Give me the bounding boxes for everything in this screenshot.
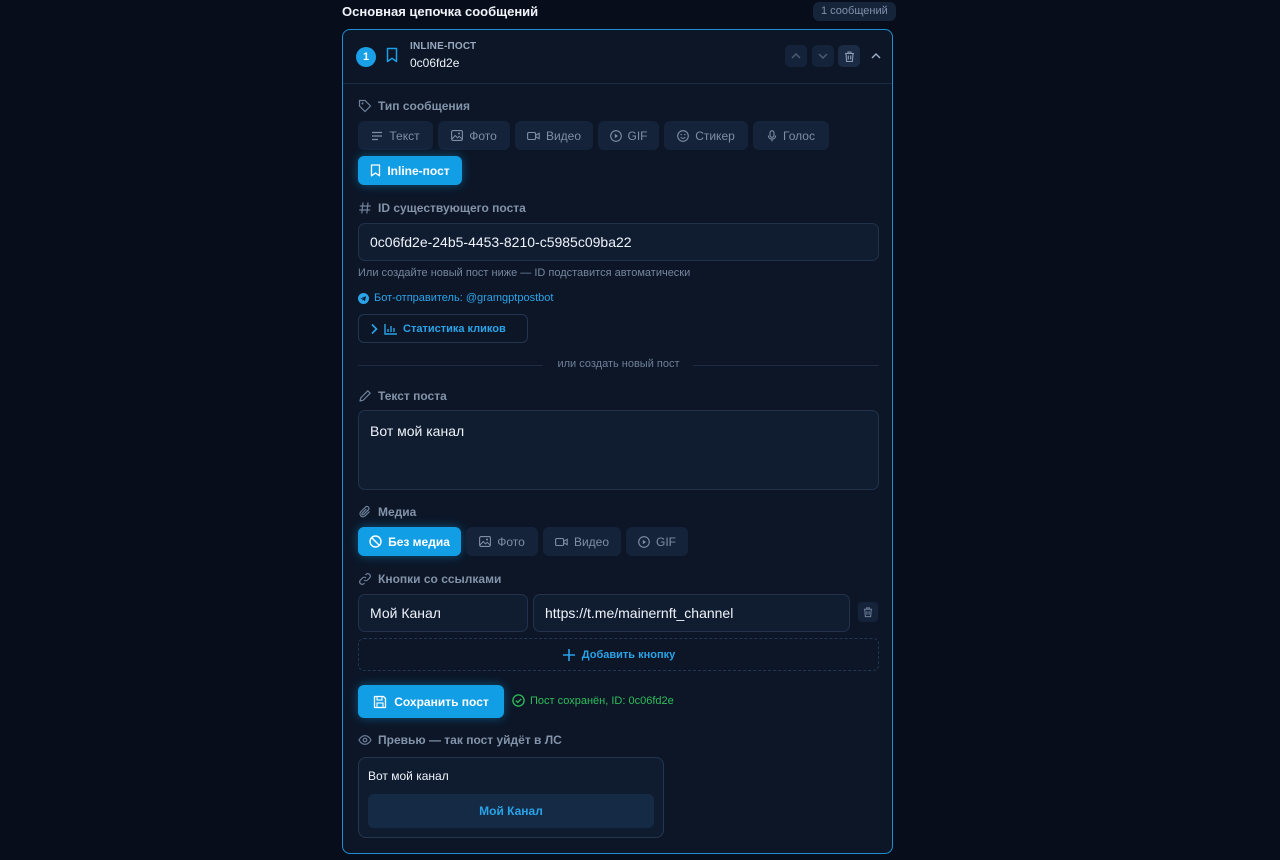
post-preview: Вот мой канал Мой Канал	[358, 757, 664, 838]
eye-icon	[358, 734, 372, 746]
link-buttons-label-text: Кнопки со ссылками	[378, 572, 502, 586]
type-option-text[interactable]: Текст	[358, 121, 433, 150]
hash-icon	[358, 201, 372, 215]
pencil-icon	[358, 389, 372, 403]
bookmark-icon	[370, 164, 381, 177]
link-buttons-label: Кнопки со ссылками	[358, 572, 501, 586]
delete-message-button[interactable]	[838, 45, 860, 67]
type-option-video[interactable]: Видео	[515, 121, 593, 150]
move-down-button[interactable]	[812, 45, 834, 67]
paperclip-icon	[358, 505, 372, 519]
trash-icon	[843, 50, 856, 63]
preview-label-text: Превью — так пост уйдёт в ЛС	[378, 733, 562, 747]
tag-icon	[358, 99, 372, 113]
check-circle-icon	[512, 694, 525, 707]
media-option-photo[interactable]: Фото	[466, 527, 538, 556]
type-option-sticker-label: Стикер	[695, 128, 735, 143]
media-option-none[interactable]: Без медиа	[358, 527, 461, 556]
telegram-icon	[358, 292, 369, 304]
post-id-label: ID существующего поста	[358, 201, 526, 215]
bot-sender-info: Бот-отправитель: @gramgptpostbot	[358, 292, 553, 304]
add-link-button[interactable]: Добавить кнопку	[358, 638, 879, 671]
post-id-hint: Или создайте новый пост ниже — ID подста…	[358, 267, 691, 279]
click-stats-label: Статистика кликов	[403, 322, 506, 335]
type-option-video-label: Видео	[545, 128, 582, 143]
type-option-photo-label: Фото	[469, 128, 497, 143]
type-option-photo[interactable]: Фото	[438, 121, 510, 150]
trash-icon	[862, 606, 874, 618]
message-number-badge: 1	[356, 47, 376, 67]
text-lines-icon	[371, 131, 383, 141]
type-option-gif-label: GIF	[627, 128, 648, 143]
message-id-short: 0c06fd2e	[410, 56, 460, 70]
microphone-icon	[767, 129, 777, 142]
button-url-input[interactable]: https://t.me/mainernft_channel	[533, 594, 850, 632]
message-card: 1 INLINE-ПОСТ 0c06fd2e Тип сообщения Тек…	[342, 29, 893, 854]
type-option-gif[interactable]: GIF	[598, 121, 659, 150]
plus-icon	[562, 648, 576, 662]
type-option-inline-post-label: Inline-пост	[387, 163, 450, 178]
save-status-text: Пост сохранён, ID: 0c06fd2e	[530, 694, 674, 707]
collapse-chevron-icon	[870, 50, 882, 62]
button-text-input[interactable]: Мой Канал	[358, 594, 528, 632]
section-title: Основная цепочка сообщений	[342, 4, 539, 19]
message-count-badge: 1 сообщений	[813, 2, 896, 21]
preview-text: Вот мой канал	[368, 769, 449, 783]
media-option-video[interactable]: Видео	[543, 527, 621, 556]
type-option-sticker[interactable]: Стикер	[664, 121, 748, 150]
bookmark-icon	[385, 47, 399, 63]
video-icon	[555, 537, 568, 547]
post-text-label-text: Текст поста	[378, 389, 447, 403]
save-post-button[interactable]: Сохранить пост	[358, 685, 504, 718]
play-circle-icon	[609, 129, 622, 142]
ban-icon	[369, 535, 382, 548]
link-icon	[358, 572, 372, 586]
post-id-input[interactable]: 0c06fd2e-24b5-4453-8210-c5985c09ba22	[358, 223, 879, 261]
save-post-label: Сохранить пост	[394, 694, 489, 709]
play-circle-icon	[638, 535, 650, 548]
delete-link-button[interactable]	[858, 602, 878, 622]
image-icon	[451, 130, 464, 141]
preview-link-button[interactable]: Мой Канал	[368, 794, 654, 828]
type-option-text-label: Текст	[389, 128, 420, 143]
message-type-label-text: Тип сообщения	[378, 99, 471, 113]
message-card-header[interactable]: 1 INLINE-ПОСТ 0c06fd2e	[343, 30, 892, 84]
smile-icon	[677, 129, 690, 142]
type-option-voice[interactable]: Голос	[753, 121, 829, 150]
post-text-textarea[interactable]: Вот мой канал	[358, 410, 879, 490]
media-option-video-label: Видео	[573, 534, 610, 549]
post-text-label: Текст поста	[358, 389, 447, 403]
divider-text: или создать новый пост	[557, 358, 680, 370]
floppy-disk-icon	[373, 695, 387, 709]
preview-label: Превью — так пост уйдёт в ЛС	[358, 733, 562, 747]
media-option-gif[interactable]: GIF	[626, 527, 688, 556]
bar-chart-icon	[384, 323, 398, 335]
move-up-button[interactable]	[785, 45, 807, 67]
bot-sender-text: Бот-отправитель: @gramgptpostbot	[374, 292, 554, 304]
chevron-down-icon	[817, 50, 829, 62]
type-option-voice-label: Голос	[783, 128, 815, 143]
click-stats-button[interactable]: Статистика кликов	[358, 314, 528, 343]
chevron-right-icon	[369, 323, 379, 335]
type-option-inline-post[interactable]: Inline-пост	[358, 156, 462, 185]
message-type-label: Тип сообщения	[358, 99, 470, 113]
post-id-label-text: ID существующего поста	[378, 201, 526, 215]
video-icon	[527, 131, 540, 141]
chevron-up-icon	[790, 50, 802, 62]
collapse-button[interactable]	[865, 45, 887, 67]
save-status: Пост сохранён, ID: 0c06fd2e	[512, 694, 674, 707]
media-label: Медиа	[358, 505, 416, 519]
media-option-gif-label: GIF	[656, 534, 676, 549]
image-icon	[479, 536, 492, 547]
media-option-none-label: Без медиа	[388, 534, 450, 549]
media-option-photo-label: Фото	[497, 534, 525, 549]
add-link-label: Добавить кнопку	[581, 648, 676, 661]
media-label-text: Медиа	[378, 505, 417, 519]
message-type-title: INLINE-ПОСТ	[410, 41, 477, 52]
